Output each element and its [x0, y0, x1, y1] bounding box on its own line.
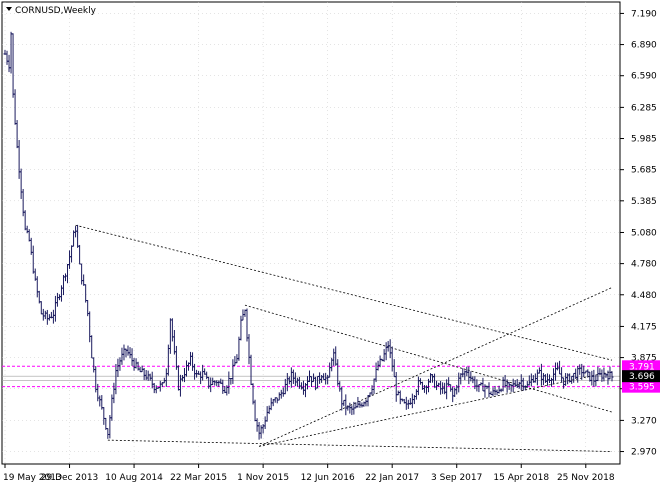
price-tick-label: 6.890: [631, 41, 657, 51]
date-tick-label: 12 Jun 2016: [301, 473, 355, 483]
price-tick-label: 2.970: [631, 448, 657, 458]
price-tick-label: 3.270: [631, 416, 657, 426]
level-labels: 3.7913.5953.696: [622, 360, 660, 393]
price-tick-label: 5.985: [631, 135, 657, 145]
chart-title[interactable]: CORNUSD,Weekly: [6, 6, 97, 16]
date-tick-label: 15 Apr 2018: [493, 473, 549, 483]
date-tick-label: 10 Aug 2014: [105, 473, 163, 483]
date-tick-label: 22 Jan 2017: [365, 473, 419, 483]
price-tick-label: 7.190: [631, 9, 657, 19]
price-tick-label: 4.480: [631, 291, 657, 301]
chart-background: [0, 0, 665, 500]
price-tick-label: 5.685: [631, 166, 657, 176]
date-tick-label: 22 Mar 2015: [170, 473, 227, 483]
date-tick-label: 1 Nov 2015: [237, 473, 289, 483]
price-tick-label: 6.590: [631, 72, 657, 82]
price-tick-label: 4.175: [631, 322, 657, 332]
price-tick-label: 6.285: [631, 103, 657, 113]
date-tick-label: 3 Sep 2017: [431, 473, 482, 483]
level-label-text: 3.696: [629, 372, 655, 382]
price-tick-label: 4.780: [631, 260, 657, 270]
date-tick-label: 29 Dec 2013: [41, 473, 99, 483]
date-tick-label: 25 Nov 2018: [557, 473, 615, 483]
chart-window: 7.190 6.890 6.590 6.285 5.985 5.685 5.385 5.080…: [0, 0, 665, 500]
level-label-text: 3.595: [629, 383, 655, 393]
chart-title-text: CORNUSD,Weekly: [15, 6, 97, 16]
price-tick-label: 5.385: [631, 197, 657, 207]
price-tick-label: 5.080: [631, 228, 657, 238]
